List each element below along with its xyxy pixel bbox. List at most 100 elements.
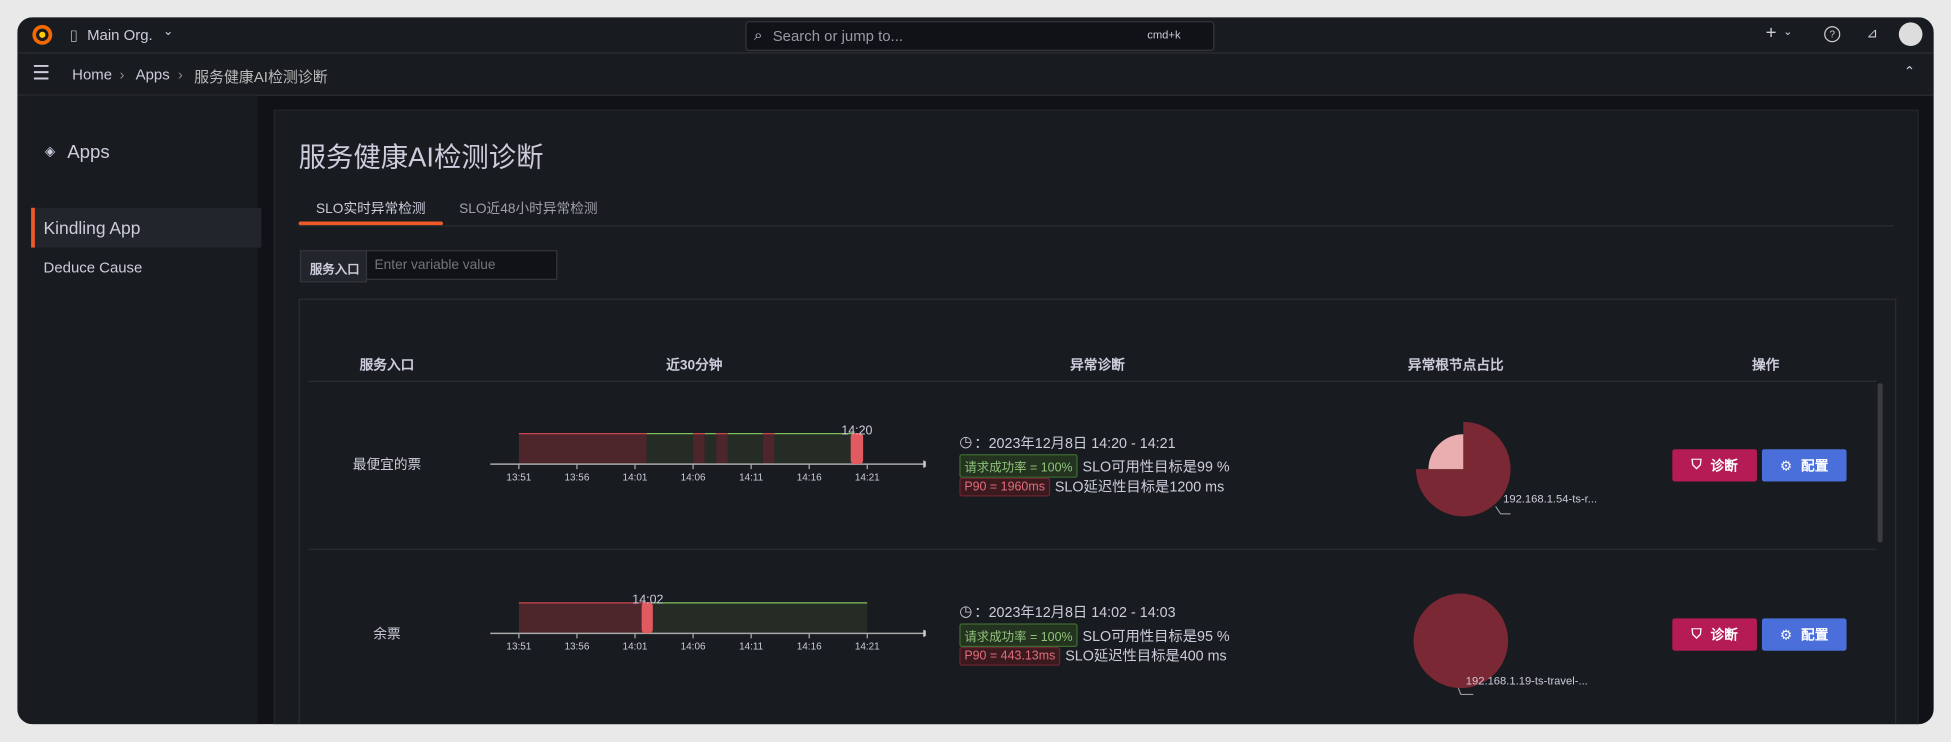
timeline-segment [518,433,647,465]
pie-label-line [1495,506,1511,515]
timeline-segment-top [762,433,775,435]
breadcrumb-separator: › [177,65,183,84]
breadcrumb-separator: › [119,65,125,84]
tab-48h[interactable]: SLO近48小时异常检测 [459,198,597,218]
timeline-segment [693,433,705,465]
availability-target: SLO可用性目标是99 % [1082,459,1230,475]
grafana-logo-icon[interactable] [31,24,53,46]
axis-tick-label: 14:06 [681,642,706,653]
p90-tag: P90 = 443.13ms [959,646,1061,666]
axis-tick-label: 14:11 [739,642,764,653]
timeline-segment [518,602,647,634]
sidebar-title: Apps [67,141,110,164]
axis-tick-label: 14:01 [623,642,648,653]
chevron-down-icon[interactable]: ⌄ [1783,25,1792,39]
sidebar-item-kindling-app[interactable]: Kindling App [31,207,262,248]
pie-label: 192.168.1.19-ts-travel-... [1465,674,1588,687]
axis-tick-label: 14:21 [855,642,880,653]
tab-realtime[interactable]: SLO实时异常检测 [316,198,426,218]
add-icon[interactable]: + [1766,22,1777,43]
timeline-segment [646,433,694,465]
axis-tick-label: 13:56 [565,472,590,483]
availability-target: SLO可用性目标是95 % [1082,628,1230,644]
avatar[interactable] [1898,22,1923,47]
search-icon: ⌕ [754,26,763,44]
timeline-segment [646,602,868,634]
timeline-segment [727,433,763,465]
root-cause-pie [1416,421,1511,517]
marker-label: 14:20 [841,426,872,438]
shortcut-hint: cmd+k [1147,28,1181,42]
axis-tick-label: 13:51 [506,642,531,653]
header-actions: 操作 [1751,358,1780,374]
search-input[interactable]: ⌕ Search or jump to... cmd+k [745,21,1215,52]
success-rate-tag: 请求成功率 = 100% [959,623,1078,648]
axis-tick-label: 14:11 [739,472,764,483]
header-divider [308,380,1877,383]
breadcrumb-apps[interactable]: Apps [136,66,170,83]
breadcrumb-home[interactable]: Home [72,66,112,83]
app-window: ▯ Main Org. ⌄ ⌕ Search or jump to... cmd… [17,17,1934,725]
timeline-segment [762,433,775,465]
axis-tick-label: 13:56 [565,642,590,653]
collapse-icon[interactable]: ⌃ [1904,63,1915,80]
axis-arrow [923,460,926,468]
org-icon: ▯ [69,26,78,44]
org-switcher[interactable]: Main Org. [87,26,153,43]
service-name: 余票 [373,627,401,643]
axis-tick-label: 13:51 [506,472,531,483]
configure-button[interactable]: ⚙ 配置 [1761,618,1847,651]
timeline-chart: 13:51 13:56 14:01 14:06 14:11 14:16 14:21 14:20 [490,426,926,483]
current-marker [641,602,653,634]
search-placeholder: Search or jump to... [772,27,904,45]
timeline-segment-top [646,433,694,435]
menu-icon[interactable]: ☰ [32,61,50,86]
rss-icon[interactable]: ⊿ [1866,25,1877,41]
shield-icon: ⛉ [1691,457,1702,473]
diagnose-button[interactable]: ⛉ 诊断 [1672,449,1757,482]
p90-tag: P90 = 1960ms [959,477,1050,496]
timeline-segment [774,433,856,465]
timeline-segment-top [518,433,647,435]
scrollbar[interactable] [1877,383,1883,543]
axis-tick-label: 14:16 [797,472,822,483]
timeline-segment-top [704,433,717,435]
timeline-segment-top [716,433,728,435]
time-range: ：2023年12月8日 14:20 - 14:21 [974,436,1176,452]
diagnose-button[interactable]: ⛉ 诊断 [1672,618,1757,651]
timeline-chart: 13:51 13:56 14:01 14:06 14:11 14:16 14:21 14:02 [490,595,926,653]
help-icon[interactable]: ? [1824,26,1841,43]
timeline-segment-top [693,433,705,435]
marker-label: 14:02 [632,595,663,607]
gear-icon: ⚙ [1780,627,1793,643]
success-rate-tag: 请求成功率 = 100% [959,454,1078,478]
variable-label: 服务入口 [299,250,368,283]
latency-target: SLO延迟性目标是1200 ms [1054,480,1225,496]
axis-tick-label: 14:06 [681,472,706,483]
sidebar-item-label: Kindling App [43,217,141,238]
layers-icon: ◈ [44,144,56,160]
tab-divider [298,225,1894,227]
clock-icon: ◷ [959,602,973,620]
top-bar: ▯ Main Org. ⌄ ⌕ Search or jump to... cmd… [17,17,1934,54]
timeline-segment [716,433,728,465]
service-name: 最便宜的票 [352,457,422,473]
sidebar-item-deduce-cause[interactable]: Deduce Cause [44,259,143,276]
variable-input[interactable] [365,250,558,280]
clock-icon: ◷ [959,433,973,451]
timeline-segment-top [518,602,647,604]
axis-tick-label: 14:16 [797,642,822,653]
chevron-down-icon[interactable]: ⌄ [163,25,173,39]
configure-button[interactable]: ⚙ 配置 [1761,449,1847,482]
header-diagnosis: 异常诊断 [1070,358,1125,374]
breadcrumb-bar: ☰ Home › Apps › 服务健康AI检测诊断 ⌃ [17,53,1934,96]
axis-arrow [923,629,926,638]
row-divider [308,548,1877,550]
axis-tick-label: 14:21 [855,472,880,483]
current-marker [850,433,864,465]
pie-label: 192.168.1.54-ts-r... [1503,492,1598,506]
axis-tick-label: 14:01 [623,472,648,483]
header-service: 服务入口 [359,358,415,374]
page-title: 服务健康AI检测诊断 [298,141,544,173]
gear-icon: ⚙ [1780,458,1793,474]
